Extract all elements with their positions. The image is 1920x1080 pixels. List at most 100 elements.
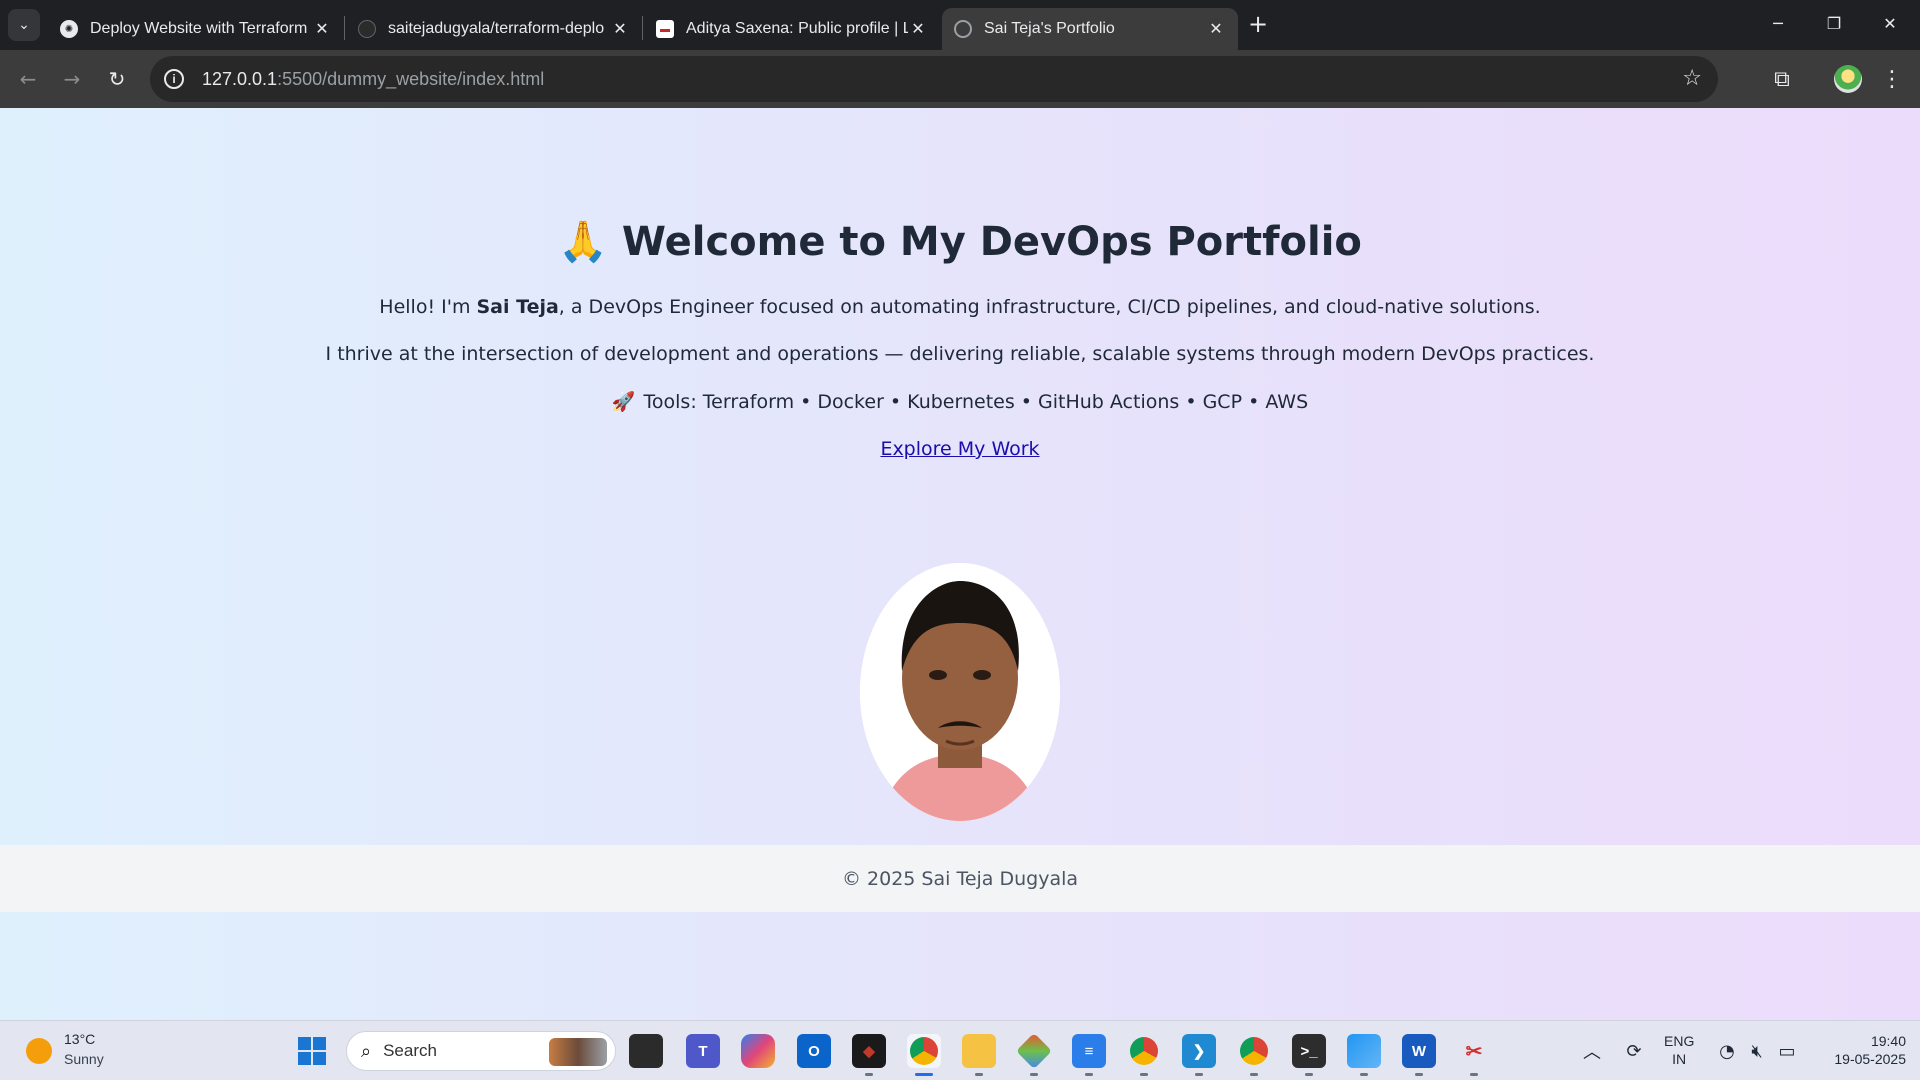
running-indicator	[1250, 1073, 1258, 1076]
weather-temperature[interactable]: 13°C	[64, 1031, 95, 1047]
chrome-icon[interactable]	[907, 1034, 941, 1068]
volume-muted-icon[interactable]: 🔇︎	[1744, 1037, 1770, 1065]
language-region: IN	[1672, 1051, 1687, 1067]
site-info-icon[interactable]: i	[164, 69, 184, 89]
chrome-profile-icon[interactable]	[1127, 1034, 1161, 1068]
vscode-icon[interactable]: ❯	[1182, 1034, 1216, 1068]
explore-work-link[interactable]: Explore My Work	[880, 438, 1039, 460]
page-title: 🙏 Welcome to My DevOps Portfolio	[0, 218, 1920, 265]
chrome-logo	[910, 1037, 938, 1065]
address-bar[interactable]: i 127.0.0.1:5500/dummy_website/index.htm…	[150, 56, 1718, 102]
tab-divider	[642, 16, 643, 40]
github-icon	[358, 20, 376, 38]
sync-icon[interactable]: ⟳	[1620, 1037, 1648, 1065]
more-menu-icon[interactable]: ⋮	[1876, 63, 1908, 95]
running-indicator	[1470, 1073, 1478, 1076]
intro-suffix: , a DevOps Engineer focused on automatin…	[558, 296, 1541, 318]
windows-logo-tile	[313, 1037, 326, 1050]
paint-icon[interactable]	[1347, 1034, 1381, 1068]
running-indicator	[1305, 1073, 1313, 1076]
tab-title: Deploy Website with Terraform	[90, 20, 308, 37]
running-indicator	[1085, 1073, 1093, 1076]
openai-icon: ✺	[60, 20, 78, 38]
tab-title: Sai Teja's Portfolio	[984, 20, 1115, 37]
notepad-icon[interactable]: ≡	[1072, 1034, 1106, 1068]
search-highlight-image	[549, 1038, 607, 1066]
battery-icon[interactable]: ▭	[1774, 1037, 1800, 1065]
tools-list: Tools: Terraform • Docker • Kubernetes •…	[643, 391, 1309, 413]
forward-button[interactable]: →	[56, 63, 88, 95]
close-icon[interactable]: ✕	[1206, 19, 1226, 39]
clock-time: 19:40	[1870, 1033, 1906, 1049]
task-view-icon[interactable]	[629, 1034, 663, 1068]
chrome-profile-2-icon[interactable]	[1237, 1034, 1271, 1068]
folder-icon[interactable]	[962, 1034, 996, 1068]
author-name: Sai Teja	[476, 296, 559, 318]
back-button[interactable]: ←	[12, 63, 44, 95]
address-path: :5500/dummy_website/index.html	[277, 68, 545, 89]
word-icon[interactable]: W	[1402, 1034, 1436, 1068]
tab-public-profile[interactable]: ▬ Aditya Saxena: Public profile | Li ✕	[644, 8, 940, 50]
tab-divider	[344, 16, 345, 40]
copilot-icon[interactable]	[741, 1034, 775, 1068]
snipping-tool-icon[interactable]: ✂	[1457, 1034, 1491, 1068]
arrow-right-icon: →	[63, 67, 81, 91]
wifi-icon[interactable]: ◔	[1714, 1037, 1740, 1065]
cta-container: Explore My Work	[0, 438, 1920, 460]
system-clock[interactable]: 19:40 19-05-2025	[1816, 1032, 1906, 1068]
globe-icon	[954, 20, 972, 38]
close-icon[interactable]: ✕	[610, 19, 630, 39]
clock-date: 19-05-2025	[1834, 1051, 1906, 1067]
tagline-paragraph: I thrive at the intersection of developm…	[325, 343, 1595, 365]
address-host: 127.0.0.1	[202, 68, 278, 89]
tab-title: Aditya Saxena: Public profile | Li	[686, 20, 908, 37]
windows-logo-tile	[298, 1037, 311, 1050]
tab-github-repo[interactable]: saitejadugyala/terraform-deplo ✕	[346, 8, 642, 50]
predator-icon[interactable]: ◆	[852, 1034, 886, 1068]
reload-icon: ↻	[108, 67, 126, 91]
taskbar-search[interactable]: ⌕ Search	[346, 1031, 616, 1071]
windows-taskbar: 13°C Sunny ⌕ Search T O ◆ ≡ ❯ >_ W ✂ ︿ ⟳…	[0, 1020, 1920, 1080]
sun-icon[interactable]	[26, 1038, 52, 1064]
tab-portfolio[interactable]: Sai Teja's Portfolio ✕	[942, 8, 1238, 50]
tab-search-button[interactable]: ⌄	[8, 9, 40, 41]
profile-site-icon: ▬	[656, 20, 674, 38]
running-indicator	[1360, 1073, 1368, 1076]
outlook-icon[interactable]: O	[797, 1034, 831, 1068]
page-viewport: 🙏 Welcome to My DevOps Portfolio Hello! I…	[0, 108, 1920, 1020]
windows-start-button[interactable]	[298, 1037, 326, 1065]
running-indicator	[865, 1073, 873, 1076]
address-url[interactable]: 127.0.0.1:5500/dummy_website/index.html	[202, 69, 544, 90]
chrome-logo	[1240, 1037, 1268, 1065]
running-indicator	[1195, 1073, 1203, 1076]
browser-tab-bar: ⌄ ✺ Deploy Website with Terraform ✕ sait…	[0, 0, 1920, 50]
new-tab-button[interactable]: +	[1244, 10, 1272, 38]
tab-deploy-website[interactable]: ✺ Deploy Website with Terraform ✕	[48, 8, 344, 50]
running-indicator	[975, 1073, 983, 1076]
running-indicator	[1415, 1073, 1423, 1076]
rocket-icon: 🚀	[611, 391, 636, 413]
close-icon[interactable]: ✕	[312, 19, 332, 39]
terminal-icon[interactable]: >_	[1292, 1034, 1326, 1068]
language-indicator[interactable]: ENG IN	[1664, 1032, 1694, 1068]
bookmark-star-icon[interactable]: ☆	[1682, 66, 1702, 91]
reload-button[interactable]: ↻	[101, 63, 133, 95]
intro-paragraph: Hello! I'm Sai Teja, a DevOps Engineer f…	[0, 296, 1920, 318]
arrow-left-icon: ←	[19, 67, 37, 91]
git-icon[interactable]	[1015, 1032, 1053, 1070]
windows-logo-tile	[313, 1052, 326, 1065]
chevron-up-icon[interactable]: ︿	[1578, 1037, 1606, 1065]
restore-button[interactable]: ❐	[1806, 0, 1862, 46]
intro-prefix: Hello! I'm	[379, 296, 477, 318]
weather-condition[interactable]: Sunny	[64, 1051, 104, 1067]
close-window-button[interactable]: ✕	[1862, 0, 1918, 46]
running-indicator	[1140, 1073, 1148, 1076]
page-title-text: Welcome to My DevOps Portfolio	[621, 219, 1362, 265]
chrome-logo	[1130, 1037, 1158, 1065]
profile-avatar[interactable]	[1834, 65, 1862, 93]
close-icon[interactable]: ✕	[908, 19, 928, 39]
minimize-button[interactable]: ─	[1750, 0, 1806, 46]
search-icon: ⌕	[361, 1040, 372, 1062]
extensions-icon[interactable]: ⧉	[1766, 63, 1798, 95]
teams-icon[interactable]: T	[686, 1034, 720, 1068]
